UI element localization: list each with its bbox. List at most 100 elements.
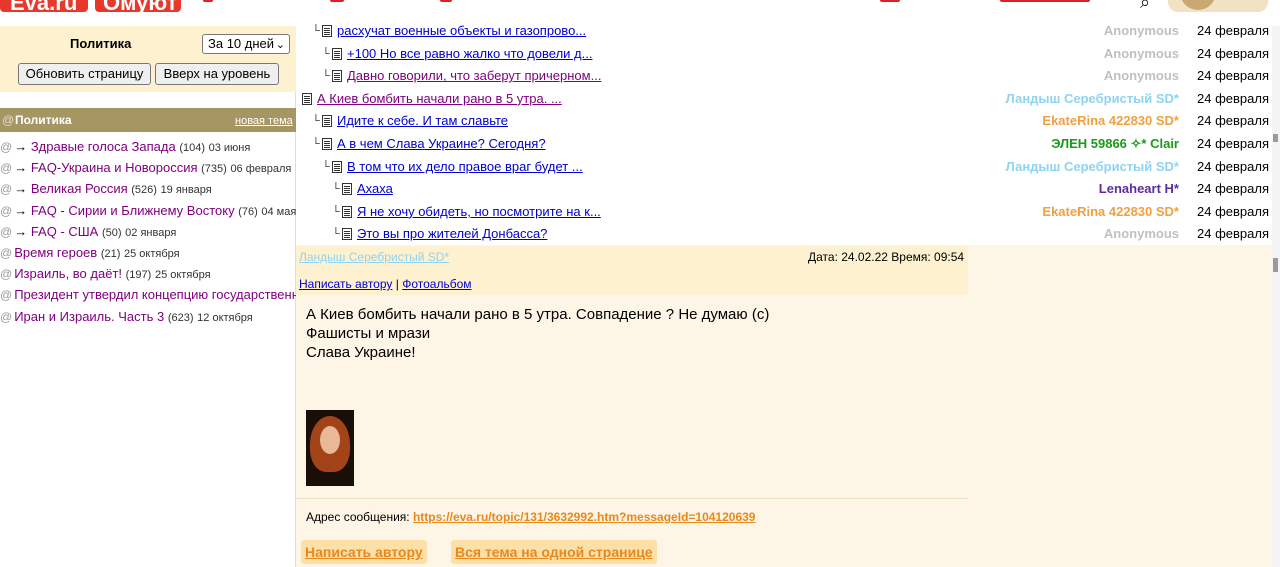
arrow-icon: →	[14, 202, 31, 218]
topic-list-item[interactable]: @ → FAQ - США (50) 02 января	[0, 221, 296, 242]
thread-row[interactable]: └ +100 Но все равно жалко что довели д...…	[296, 43, 1272, 65]
section-name[interactable]: Политика	[15, 113, 72, 127]
at-icon: @	[0, 182, 13, 197]
top-nav-fragment[interactable]	[1000, 0, 1090, 2]
thread-author[interactable]: ЭЛЕН 59866 ✧* Clair	[1051, 133, 1179, 155]
topic-list-item[interactable]: @ → Здравые голоса Запада (104) 03 июня	[0, 136, 296, 157]
topic-list-item[interactable]: @ → FAQ-Украина и Новороссия (735) 06 фев…	[0, 157, 296, 178]
address-label: Адрес сообщения:	[306, 510, 413, 524]
topic-count: (623)	[167, 311, 194, 324]
topic-list-item[interactable]: @ → FAQ - Сирии и Ближнему Востоку (76) 0…	[0, 200, 296, 221]
topic-count: (76)	[238, 205, 258, 218]
thread-subject-link[interactable]: В том что их дело правое враг будет ...	[347, 156, 583, 178]
thread-author[interactable]: EkateRina 422830 SD*	[1042, 201, 1179, 223]
scrollbar-thumb[interactable]	[1273, 134, 1278, 142]
thread-tree: └ расхучат военные объекты и газопрово...…	[296, 20, 1272, 245]
topic-link[interactable]: Великая Россия	[31, 181, 128, 196]
author-photo[interactable]	[306, 410, 354, 486]
search-icon[interactable]: ⌕	[1140, 0, 1150, 13]
secondary-logo[interactable]: Омуют	[95, 0, 181, 15]
scrollbar-thumb[interactable]	[1273, 258, 1278, 272]
topic-list-item[interactable]: @ → Великая Россия (526) 19 января	[0, 178, 296, 199]
thread-author[interactable]: Anonymous	[1104, 223, 1179, 245]
thread-row[interactable]: └ Ахаха Lenaheart H* 24 февраля	[296, 178, 1272, 200]
topic-link[interactable]: Здравые голоса Запада	[31, 139, 176, 154]
write-author-button[interactable]: Написать автору	[301, 540, 427, 564]
new-topic-link[interactable]: новая тема	[235, 115, 293, 127]
message-author-link[interactable]: Ландыш Серебристый SD*	[299, 250, 449, 264]
scrollbar[interactable]	[1272, 26, 1280, 567]
top-nav-fragment[interactable]	[330, 0, 344, 2]
thread-subject-link[interactable]: Ахаха	[357, 178, 393, 200]
topic-list-item[interactable]: @ Президент утвердил концепцию государств…	[0, 284, 296, 305]
thread-subject-link[interactable]: Идите к себе. И там славьте	[337, 110, 508, 132]
thread-row[interactable]: └ Идите к себе. И там славьте EkateRina 42…	[296, 110, 1272, 132]
topic-date: 25 октября	[154, 269, 211, 282]
thread-subject-link[interactable]: Давно говорили, что заберут причерном...	[347, 65, 601, 87]
top-nav-fragment[interactable]	[203, 0, 213, 2]
topic-list-item[interactable]: @ Израиль, во даёт! (197) 25 октября	[0, 263, 296, 284]
chevron-down-icon: ⌄	[275, 39, 285, 51]
thread-date: 24 февраля	[1197, 68, 1269, 84]
topic-list: @ → Здравые голоса Запада (104) 03 июня @ →…	[0, 136, 296, 327]
photoalbum-link[interactable]: Фотоальбом	[402, 277, 471, 291]
period-select[interactable]: За 10 дней ⌄	[202, 34, 290, 54]
thread-row[interactable]: └ Я не хочу обидеть, но посмотрите на к..…	[296, 201, 1272, 223]
document-icon	[322, 115, 332, 128]
thread-author[interactable]: Anonymous	[1104, 65, 1179, 87]
sidebar: Политика За 10 дней ⌄ Обновить страницу …	[0, 26, 296, 567]
top-nav-fragment[interactable]	[880, 0, 900, 2]
topic-link[interactable]: FAQ-Украина и Новороссия	[31, 160, 198, 175]
refresh-page-button[interactable]: Обновить страницу	[18, 63, 151, 85]
thread-author[interactable]: EkateRina 422830 SD*	[1042, 110, 1179, 132]
top-nav-fragment[interactable]	[440, 0, 452, 2]
site-logo[interactable]: Eva.ru	[0, 0, 88, 15]
thread-subject-link[interactable]: Я не хочу обидеть, но посмотрите на к...	[357, 201, 601, 223]
thread-row[interactable]: └ В том что их дело правое враг будет ...…	[296, 156, 1272, 178]
write-author-link[interactable]: Написать автору	[299, 277, 392, 291]
thread-date: 24 февраля	[1197, 158, 1269, 174]
at-icon: @	[0, 309, 13, 324]
thread-author[interactable]: Ландыш Серебристый SD*	[1006, 156, 1179, 178]
thread-subject-link[interactable]: А в чем Слава Украине? Сегодня?	[337, 133, 546, 155]
thread-author[interactable]: Lenaheart H*	[1099, 178, 1179, 200]
section-header: @ Политика новая тема	[0, 108, 296, 132]
photo-face	[320, 426, 340, 454]
thread-author[interactable]: Anonymous	[1104, 20, 1179, 42]
document-icon	[342, 228, 352, 241]
thread-row[interactable]: └ А в чем Слава Украине? Сегодня? ЭЛЕН 598…	[296, 133, 1272, 155]
thread-row[interactable]: └ Это вы про жителей Донбасса? Anonymous 24…	[296, 223, 1272, 245]
sidebar-header: Политика За 10 дней ⌄ Обновить страницу …	[0, 26, 296, 92]
tree-branch-icon: └	[322, 70, 330, 83]
topic-date: 12 октября	[197, 311, 253, 324]
thread-author[interactable]: Ландыш Серебристый SD*	[1006, 88, 1179, 110]
topic-date: 04 мая	[261, 205, 296, 218]
topic-link[interactable]: FAQ - Сирии и Ближнему Востоку	[31, 203, 235, 218]
up-level-button[interactable]: Вверх на уровень	[155, 63, 279, 85]
thread-subject-link[interactable]: А Киев бомбить начали рано в 5 утра. ...	[317, 88, 562, 110]
topic-list-item[interactable]: @ Иран и Израиль. Часть 3 (623) 12 октябр…	[0, 306, 296, 327]
thread-date: 24 февраля	[1197, 136, 1269, 151]
thread-date: 24 февраля	[1197, 90, 1269, 106]
topic-link[interactable]: Президент утвердил концепцию государстве…	[14, 287, 296, 302]
thread-subject-link[interactable]: расхучат военные объекты и газопрово...	[337, 20, 586, 42]
thread-subject-link[interactable]: +100 Но все равно жалко что довели д...	[347, 43, 592, 65]
thread-subject-link[interactable]: Это вы про жителей Донбасса?	[357, 223, 547, 245]
topic-link[interactable]: FAQ - США	[31, 224, 99, 239]
user-menu[interactable]	[1168, 0, 1268, 12]
thread-row[interactable]: └ расхучат военные объекты и газопрово...…	[296, 20, 1272, 42]
thread-date: 24 февраля	[1197, 23, 1269, 38]
topic-link[interactable]: Время героев	[14, 245, 97, 260]
whole-topic-button[interactable]: Вся тема на одной странице	[451, 540, 657, 564]
topic-link[interactable]: Иран и Израиль. Часть 3	[14, 309, 164, 324]
address-url-link[interactable]: https://eva.ru/topic/131/3632992.htm?mes…	[413, 510, 756, 524]
message-actions: Написать автору | Фотоальбом	[299, 277, 472, 291]
thread-row[interactable]: А Киев бомбить начали рано в 5 утра. ...…	[296, 88, 1272, 110]
topic-link[interactable]: Израиль, во даёт!	[14, 266, 122, 281]
thread-row[interactable]: └ Давно говорили, что заберут причерном..…	[296, 65, 1272, 87]
thread-author[interactable]: Anonymous	[1104, 43, 1179, 65]
message-date: Дата: 24.02.22 Время: 09:54	[808, 250, 965, 264]
topic-list-item[interactable]: @ Время героев (21) 25 октября	[0, 242, 296, 263]
document-icon	[322, 138, 332, 150]
at-icon: @	[0, 267, 13, 282]
